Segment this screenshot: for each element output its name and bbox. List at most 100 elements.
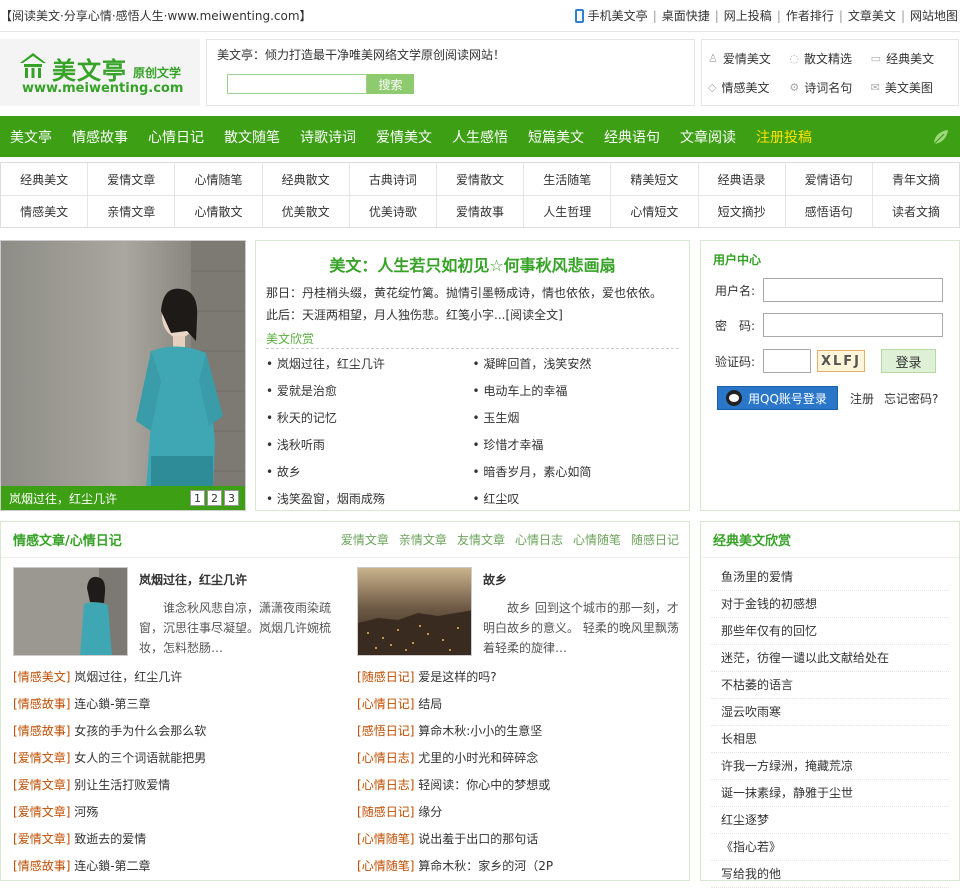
list-item[interactable]: 凝眸回首，浅笑安然 xyxy=(473,351,680,378)
list-item[interactable]: 那些年仅有的回忆 xyxy=(711,618,949,645)
slide-page-button[interactable]: 3 xyxy=(224,490,239,506)
list-item[interactable]: 浅秋听雨 xyxy=(266,432,473,459)
list-item[interactable]: 长相思 xyxy=(711,726,949,753)
slideshow[interactable]: 岚烟过往，红尘几许 1 2 3 xyxy=(0,240,246,511)
captcha-image[interactable]: XLFJ xyxy=(817,350,865,372)
category-link[interactable]: 心情散文 xyxy=(175,196,263,227)
quick-link-poems[interactable]: ⚙ 诗词名句 xyxy=(789,73,870,102)
list-item[interactable]: [爱情文章] 致逝去的爱情 xyxy=(13,826,333,853)
list-item[interactable]: 迷茫，彷徨一谴以此文献给处在 xyxy=(711,645,949,672)
top-link-articles[interactable]: 文章美文 xyxy=(848,7,896,24)
category-link[interactable]: 爱情散文 xyxy=(437,163,525,195)
category-link[interactable]: 精美短文 xyxy=(611,163,699,195)
quick-link-love-essays[interactable]: ♙ 爱情美文 xyxy=(708,44,789,73)
forgot-password-link[interactable]: 忘记密码? xyxy=(884,390,938,407)
list-item[interactable]: [随感日记] 爱是这样的吗? xyxy=(357,664,677,691)
category-link[interactable]: 经典语录 xyxy=(699,163,786,195)
category-link[interactable]: 优美散文 xyxy=(263,196,350,227)
list-item[interactable]: 红尘叹 xyxy=(473,486,680,513)
list-item[interactable]: 岚烟过往，红尘几许 xyxy=(266,351,473,378)
list-item[interactable]: [心情随笔] 算命木秋：家乡的河（2P xyxy=(357,853,677,880)
nav-home[interactable]: 美文亭 xyxy=(0,127,62,147)
slide-page-button[interactable]: 2 xyxy=(207,490,222,506)
list-item[interactable]: 写给我的他 xyxy=(711,861,949,888)
list-item[interactable]: [爱情文章] 女人的三个词语就能把男 xyxy=(13,745,333,772)
nav-reading[interactable]: 文章阅读 xyxy=(670,127,746,147)
article-thumbnail[interactable] xyxy=(357,567,472,656)
list-item[interactable]: 浅笑盈窗，烟雨成殇 xyxy=(266,486,473,513)
search-button[interactable]: 搜索 xyxy=(367,74,414,94)
nav-quotes[interactable]: 经典语句 xyxy=(594,127,670,147)
list-item[interactable]: 红尘逐梦 xyxy=(711,807,949,834)
search-input[interactable] xyxy=(227,74,367,94)
list-item[interactable]: 许我一方绿洲，掩藏荒凉 xyxy=(711,753,949,780)
list-item[interactable]: [爱情文章] 河殇 xyxy=(13,799,333,826)
tab-thoughts-diary[interactable]: 随感日记 xyxy=(631,531,679,548)
captcha-input[interactable] xyxy=(763,349,811,373)
category-link[interactable]: 青年文摘 xyxy=(873,163,959,195)
read-more-link[interactable]: [阅读全文] xyxy=(505,308,562,322)
nav-register-submit[interactable]: 注册投稿 xyxy=(746,127,822,147)
list-item[interactable]: 秋天的记忆 xyxy=(266,405,473,432)
nav-short[interactable]: 短篇美文 xyxy=(518,127,594,147)
list-item[interactable]: 故乡 xyxy=(266,459,473,486)
category-link[interactable]: 心情短文 xyxy=(611,196,699,227)
category-link[interactable]: 感悟语句 xyxy=(786,196,873,227)
tab-friendship-articles[interactable]: 友情文章 xyxy=(457,531,505,548)
category-link[interactable]: 人生哲理 xyxy=(524,196,612,227)
list-item[interactable]: 爱就是治愈 xyxy=(266,378,473,405)
top-link-submit[interactable]: 网上投稿 xyxy=(724,7,772,24)
register-link[interactable]: 注册 xyxy=(850,390,874,407)
category-link[interactable]: 读者文摘 xyxy=(873,196,959,227)
qq-login-button[interactable]: 用QQ账号登录 xyxy=(717,386,838,410)
category-link[interactable]: 爱情文章 xyxy=(88,163,176,195)
quick-link-images[interactable]: ✉ 美文美图 xyxy=(871,73,952,102)
category-link[interactable]: 优美诗歌 xyxy=(350,196,437,227)
nav-love[interactable]: 爱情美文 xyxy=(366,127,442,147)
category-link[interactable]: 亲情文章 xyxy=(88,196,176,227)
list-item[interactable]: [心情日志] 轻阅读：你心中的梦想或 xyxy=(357,772,677,799)
list-item[interactable]: 珍惜才幸福 xyxy=(473,432,680,459)
list-item[interactable]: [爱情文章] 别让生活打败爱情 xyxy=(13,772,333,799)
nav-prose[interactable]: 散文随笔 xyxy=(214,127,290,147)
site-logo[interactable]: 美文亭 原创文学 www.meiwenting.com xyxy=(0,39,200,106)
quick-link-prose[interactable]: ◌ 散文精选 xyxy=(789,44,870,73)
slide-page-button[interactable]: 1 xyxy=(190,490,205,506)
nav-diary[interactable]: 心情日记 xyxy=(138,127,214,147)
username-input[interactable] xyxy=(763,278,943,302)
quick-link-emotion[interactable]: ◇ 情感美文 xyxy=(708,73,789,102)
slideshow-caption[interactable]: 岚烟过往，红尘几许 xyxy=(9,490,117,507)
quick-link-classic[interactable]: ▭ 经典美文 xyxy=(871,44,952,73)
category-link[interactable]: 短文摘抄 xyxy=(699,196,786,227)
category-link[interactable]: 情感美文 xyxy=(1,196,89,227)
list-item[interactable]: [情感故事] 连心鎖-第二章 xyxy=(13,853,333,880)
list-item[interactable]: [心情日志] 尤里的小时光和碎碎念 xyxy=(357,745,677,772)
top-link-mobile[interactable]: 手机美文亭 xyxy=(588,7,648,24)
top-link-author-rank[interactable]: 作者排行 xyxy=(786,7,834,24)
list-item[interactable]: [情感美文] 岚烟过往，红尘几许 xyxy=(13,664,333,691)
article-title[interactable]: 故乡 xyxy=(483,571,683,588)
list-item[interactable]: 暗香岁月，素心如简 xyxy=(473,459,680,486)
password-input[interactable] xyxy=(763,313,943,337)
tab-mood-journal[interactable]: 心情日志 xyxy=(515,531,563,548)
tab-love-articles[interactable]: 爱情文章 xyxy=(341,531,389,548)
list-item[interactable]: 对于金钱的初感想 xyxy=(711,591,949,618)
tab-family-articles[interactable]: 亲情文章 xyxy=(399,531,447,548)
category-link[interactable]: 生活随笔 xyxy=(524,163,612,195)
list-item[interactable]: 不枯萎的语言 xyxy=(711,672,949,699)
nav-poetry[interactable]: 诗歌诗词 xyxy=(290,127,366,147)
category-link[interactable]: 经典散文 xyxy=(263,163,350,195)
category-link[interactable]: 心情随笔 xyxy=(175,163,263,195)
feature-title[interactable]: 美文：人生若只如初见☆何事秋风悲画扇 xyxy=(256,252,689,276)
top-link-sitemap[interactable]: 网站地图 xyxy=(910,7,958,24)
login-button[interactable]: 登录 xyxy=(881,349,936,373)
list-item[interactable]: [心情日记] 结局 xyxy=(357,691,677,718)
nav-life[interactable]: 人生感悟 xyxy=(442,127,518,147)
top-link-desktop-shortcut[interactable]: 桌面快捷 xyxy=(662,7,710,24)
list-item[interactable]: 鱼汤里的爱情 xyxy=(711,564,949,591)
nav-emotion-stories[interactable]: 情感故事 xyxy=(62,127,138,147)
category-link[interactable]: 经典美文 xyxy=(1,163,89,195)
list-item[interactable]: [感悟日记] 算命木秋:小小的生意坚 xyxy=(357,718,677,745)
list-item[interactable]: [情感故事] 女孩的手为什么会那么软 xyxy=(13,718,333,745)
list-item[interactable]: 《指心若》 xyxy=(711,834,949,861)
